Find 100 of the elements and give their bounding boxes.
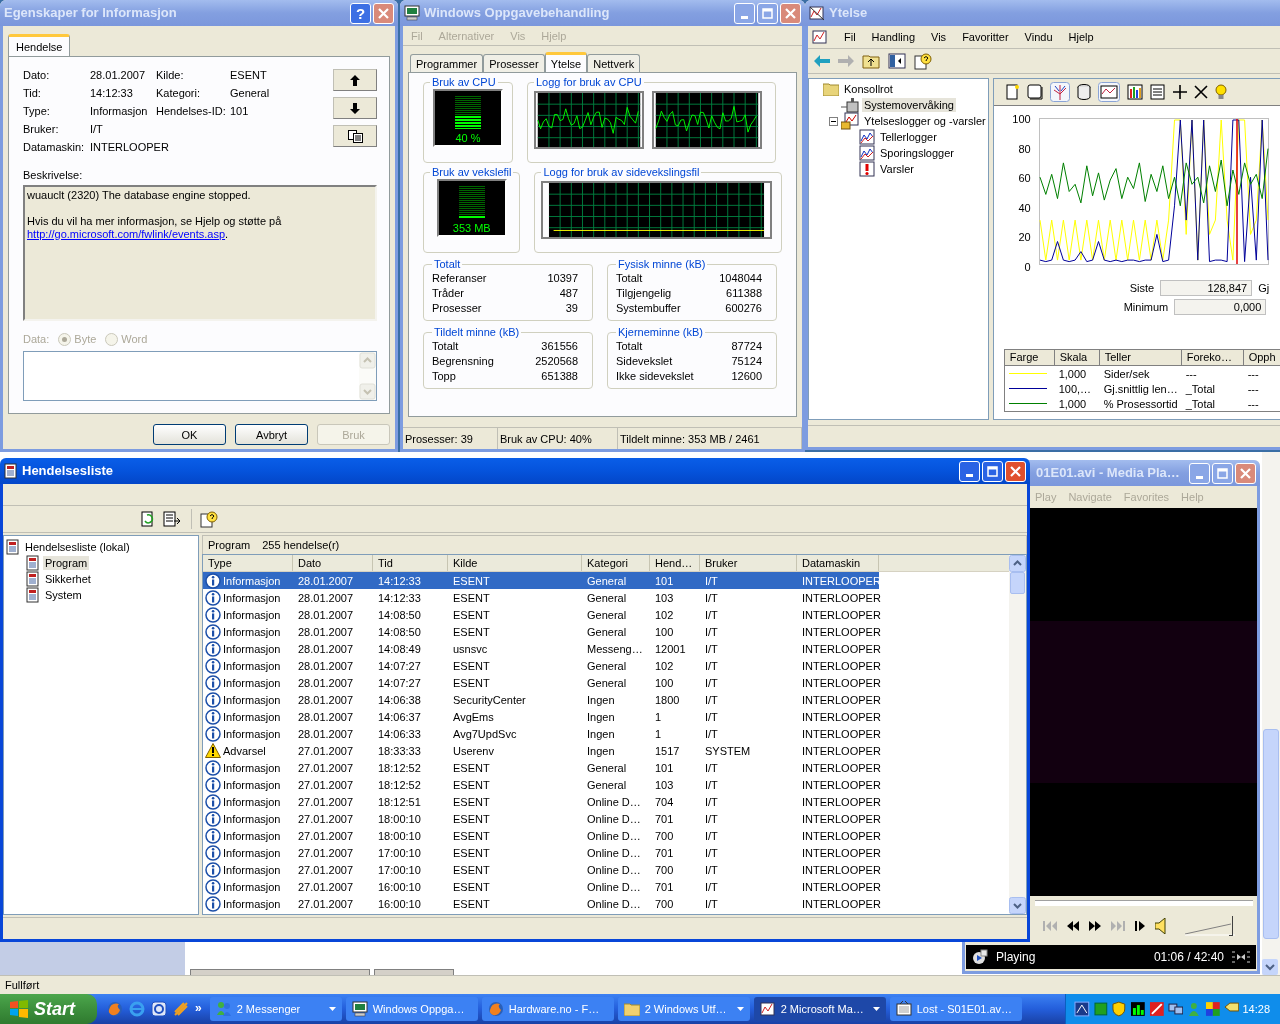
tree-item[interactable]: Program [43, 556, 90, 570]
taskbar-button[interactable]: 2 Windows Utf… [617, 997, 750, 1021]
table-row[interactable]: Informasjon 28.01.2007 14:06:37 AvgEms Ingen 1 I/T INTERLOOPER [203, 708, 879, 725]
table-row[interactable]: Informasjon 28.01.2007 14:06:38 SecurityCenter Ingen 1800 I/T INTERLOOPER [203, 691, 879, 708]
table-row[interactable]: Informasjon 28.01.2007 14:08:50 ESENT General 102 I/T INTERLOOPER [203, 606, 879, 623]
tree-item[interactable]: Sikkerhet [43, 572, 93, 586]
help-icon[interactable] [914, 52, 932, 70]
column-header[interactable]: Kilde [448, 555, 582, 571]
tree-item[interactable]: Systemovervåking [862, 98, 956, 112]
network-icon[interactable] [1074, 1001, 1090, 1017]
report-icon[interactable] [1149, 84, 1166, 100]
start-button[interactable]: Start [0, 994, 97, 1024]
column-header[interactable]: Teller [1099, 350, 1182, 365]
tab[interactable]: Prosesser [483, 54, 545, 72]
panel-icon[interactable] [888, 53, 906, 69]
close-button[interactable] [1235, 462, 1256, 484]
column-header[interactable]: Opph [1243, 350, 1280, 365]
color-blocks-icon[interactable] [1205, 1001, 1221, 1017]
maximize-button[interactable] [982, 460, 1003, 482]
close-button[interactable] [373, 2, 394, 24]
table-row[interactable]: Informasjon 28.01.2007 14:12:33 ESENT General 101 I/T INTERLOOPER [203, 572, 879, 589]
help-icon[interactable] [200, 510, 218, 528]
table-row[interactable]: Informasjon 27.01.2007 17:00:10 ESENT Online D… 700 I/T INTERLOOPER [203, 861, 879, 878]
scroll-up-icon[interactable] [1009, 555, 1026, 572]
expand-icon[interactable] [829, 116, 838, 126]
taskbar-button[interactable]: 2 Microsoft Ma… [753, 997, 886, 1021]
scrollbar[interactable] [1262, 452, 1280, 975]
column-header[interactable]: Skala [1054, 350, 1100, 365]
browser-tab[interactable] [190, 969, 370, 975]
scrollbar[interactable] [1009, 555, 1026, 914]
taskbar-button[interactable]: 2 Messenger [209, 997, 342, 1021]
column-header[interactable]: Kategori [582, 555, 650, 571]
menu-item[interactable]: Fil [844, 30, 856, 44]
close-button[interactable] [1005, 460, 1026, 482]
meter-icon[interactable] [1130, 1001, 1146, 1017]
export-icon[interactable] [163, 511, 183, 527]
tree-item[interactable]: Ytelseslogger og -varsler [862, 114, 988, 128]
table-row[interactable]: Informasjon 27.01.2007 18:12:52 ESENT General 101 I/T INTERLOOPER [203, 759, 879, 776]
fast-forward-icon[interactable] [1089, 921, 1101, 931]
speaker-icon[interactable] [1155, 918, 1167, 934]
taskbar-button[interactable]: Lost - S01E01.av… [889, 997, 1022, 1021]
radio-button[interactable] [105, 332, 119, 346]
shield-icon[interactable] [1111, 1001, 1128, 1017]
tab[interactable]: Ytelse [544, 52, 588, 72]
tree-item[interactable]: Konsollrot [842, 82, 895, 96]
table-row[interactable]: Informasjon 27.01.2007 18:00:10 ESENT Online D… 700 I/T INTERLOOPER [203, 827, 879, 844]
globe-icon[interactable] [129, 1001, 145, 1017]
menu-item[interactable]: Handling [871, 30, 916, 44]
app-icon[interactable] [812, 29, 828, 45]
menu-item[interactable]: Vis [931, 30, 947, 44]
tab[interactable]: Programmer [410, 54, 484, 72]
clear-icon[interactable] [1026, 84, 1043, 100]
down-arrow-button[interactable] [333, 97, 377, 119]
tool-icon[interactable] [173, 1001, 189, 1017]
menu-item[interactable]: Hjelp [1068, 30, 1094, 44]
button[interactable]: Avbryt [235, 424, 308, 445]
table-row[interactable]: Informasjon 27.01.2007 17:00:10 ESENT Online D… 701 I/T INTERLOOPER [203, 844, 879, 861]
view-icon[interactable] [1232, 951, 1250, 963]
copy-button[interactable] [333, 125, 377, 147]
seek-bar[interactable] [1035, 900, 1253, 906]
more-button[interactable]: » [195, 1001, 202, 1015]
new-icon[interactable] [1005, 84, 1020, 100]
help-button[interactable]: ? [350, 2, 371, 24]
table-row[interactable]: Informasjon 27.01.2007 18:12:51 ESENT Online D… 704 I/T INTERLOOPER [203, 793, 879, 810]
taskbar-button[interactable]: Hardware.no - F… [481, 997, 614, 1021]
column-header[interactable]: Bruker [700, 555, 797, 571]
volume-thumb[interactable] [1228, 916, 1233, 936]
delete-icon[interactable] [1193, 85, 1208, 99]
scrollbar-thumb[interactable] [1010, 572, 1025, 594]
refresh-icon[interactable] [141, 511, 155, 527]
tree-item[interactable]: System [43, 588, 84, 602]
scroll-down-icon[interactable] [1009, 897, 1026, 914]
scroll-down-icon[interactable] [1262, 959, 1278, 975]
column-header[interactable]: Farge [1004, 350, 1055, 365]
table-row[interactable]: Informasjon 28.01.2007 14:07:27 ESENT General 102 I/T INTERLOOPER [203, 657, 879, 674]
tree-item[interactable]: Sporingslogger [878, 146, 956, 160]
app-icon[interactable] [151, 1001, 167, 1017]
graph-view-icon[interactable] [1097, 82, 1120, 102]
add-icon[interactable] [1172, 85, 1187, 99]
folder-up-icon[interactable] [862, 53, 880, 69]
tree-item[interactable]: Hendelsesliste (lokal) [23, 540, 132, 554]
computers-icon[interactable] [1167, 1001, 1184, 1017]
scrollbar-thumb[interactable] [1263, 729, 1279, 939]
lightbulb-icon[interactable] [1214, 84, 1227, 100]
table-row[interactable]: Informasjon 27.01.2007 18:00:10 ESENT Online D… 701 I/T INTERLOOPER [203, 810, 879, 827]
button[interactable]: OK [153, 424, 226, 445]
volume-slider[interactable] [1185, 914, 1235, 938]
table-row[interactable]: Informasjon 28.01.2007 14:12:33 ESENT General 103 I/T INTERLOOPER [203, 589, 879, 606]
browser-icon[interactable] [107, 1001, 123, 1017]
tree-item[interactable]: Tellerlogger [878, 130, 939, 144]
histogram-icon[interactable] [1126, 84, 1143, 100]
table-row[interactable]: Informasjon 27.01.2007 18:12:52 ESENT General 103 I/T INTERLOOPER [203, 776, 879, 793]
table-row[interactable]: Informasjon 28.01.2007 14:07:27 ESENT General 100 I/T INTERLOOPER [203, 674, 879, 691]
current-activity-icon[interactable] [1049, 82, 1070, 102]
table-row[interactable]: Advarsel 27.01.2007 18:33:33 Userenv Ingen 1517 SYSTEM INTERLOOPER [203, 742, 879, 759]
radio-button[interactable] [58, 332, 72, 346]
table-row[interactable]: Informasjon 27.01.2007 16:00:10 ESENT Online D… 700 I/T INTERLOOPER [203, 895, 879, 912]
table-row[interactable]: Informasjon 28.01.2007 14:06:33 Avg7UpdSvc Ingen 1 I/T INTERLOOPER [203, 725, 879, 742]
menu-item[interactable]: Vindu [1024, 30, 1053, 44]
table-row[interactable]: Informasjon 28.01.2007 14:08:50 ESENT General 100 I/T INTERLOOPER [203, 623, 879, 640]
